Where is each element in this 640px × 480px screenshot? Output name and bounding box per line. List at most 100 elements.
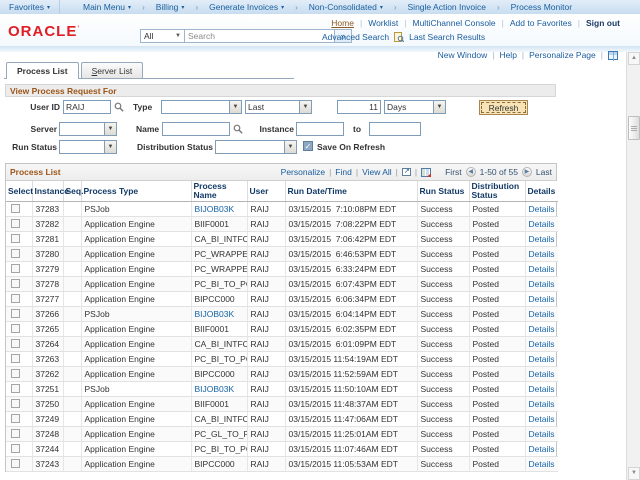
details-link[interactable]: Details — [529, 309, 555, 319]
tab-process-list[interactable]: Process List — [6, 62, 79, 78]
name-lookup-icon[interactable] — [233, 124, 243, 134]
user-id-input[interactable] — [63, 100, 111, 114]
row-select-checkbox[interactable] — [11, 204, 20, 213]
breadcrumb-item-main-menu[interactable]: Main Menu▾ — [74, 0, 140, 14]
details-link[interactable]: Details — [529, 414, 555, 424]
find-link[interactable]: Find — [335, 167, 352, 177]
breadcrumb-item-single-action-invoice[interactable]: Single Action Invoice — [399, 0, 495, 14]
next-page-icon[interactable]: ▶ — [522, 167, 532, 177]
save-on-refresh-checkbox[interactable]: ✓ — [303, 141, 313, 151]
process-name-link[interactable]: BIJOB03K — [195, 384, 235, 394]
instance-to-input[interactable] — [369, 122, 421, 136]
header-link-multichannel-console[interactable]: MultiChannel Console — [413, 18, 496, 28]
row-select-checkbox[interactable] — [11, 429, 20, 438]
row-select-checkbox[interactable] — [11, 339, 20, 348]
details-link[interactable]: Details — [529, 354, 555, 364]
column-header-process-name: Process Name — [191, 181, 247, 202]
breadcrumb-item-favorites[interactable]: Favorites▾ — [0, 0, 60, 14]
row-select-checkbox[interactable] — [11, 459, 20, 468]
days-count-input[interactable] — [337, 100, 381, 114]
row-select-checkbox[interactable] — [11, 414, 20, 423]
download-to-excel-icon[interactable] — [421, 168, 431, 177]
row-select-checkbox[interactable] — [11, 279, 20, 288]
tab-server-list[interactable]: Server List — [81, 62, 144, 78]
cell-seq — [63, 337, 81, 352]
previous-page-icon[interactable]: ◀ — [466, 167, 476, 177]
advanced-search-link[interactable]: Advanced Search — [322, 32, 389, 42]
details-link[interactable]: Details — [529, 459, 555, 469]
row-select-checkbox[interactable] — [11, 264, 20, 273]
last-search-results-link[interactable]: Last Search Results — [409, 32, 485, 42]
new-window-link[interactable]: New Window — [438, 50, 488, 60]
details-link[interactable]: Details — [529, 444, 555, 454]
details-link[interactable]: Details — [529, 399, 555, 409]
pager-last[interactable]: Last — [536, 167, 552, 177]
details-link[interactable]: Details — [529, 339, 555, 349]
days-unit-select[interactable]: Days▼ — [384, 100, 446, 114]
user-id-lookup-icon[interactable] — [114, 102, 124, 112]
copy-url-icon[interactable] — [608, 51, 618, 60]
details-link[interactable]: Details — [529, 264, 555, 274]
header-link-add-to-favorites[interactable]: Add to Favorites — [510, 18, 572, 28]
details-link[interactable]: Details — [529, 384, 555, 394]
breadcrumb-item-non-consolidated[interactable]: Non-Consolidated▾ — [300, 0, 392, 14]
cell-run-status: Success — [417, 397, 469, 412]
to-label: to — [353, 124, 361, 134]
process-name-link[interactable]: BIJOB03K — [195, 204, 235, 214]
search-input[interactable] — [185, 29, 335, 43]
breadcrumb-item-process-monitor[interactable]: Process Monitor — [502, 0, 581, 14]
details-link[interactable]: Details — [529, 234, 555, 244]
row-select-checkbox[interactable] — [11, 384, 20, 393]
name-input[interactable] — [162, 122, 230, 136]
breadcrumb-item-billing[interactable]: Billing▾ — [147, 0, 194, 14]
divider: | — [502, 18, 504, 28]
server-select[interactable]: ▼ — [59, 122, 117, 136]
vertical-scrollbar[interactable]: ▲ ▼ — [626, 52, 640, 480]
row-select-checkbox[interactable] — [11, 309, 20, 318]
distribution-status-select[interactable]: ▼ — [215, 140, 297, 154]
refresh-button[interactable]: Refresh — [479, 100, 528, 115]
run-status-select[interactable]: ▼ — [59, 140, 117, 154]
scrollbar-thumb[interactable] — [628, 116, 640, 140]
cell-select — [6, 247, 32, 262]
pager-first[interactable]: First — [445, 167, 462, 177]
row-select-checkbox[interactable] — [11, 234, 20, 243]
details-link[interactable]: Details — [529, 324, 555, 334]
details-link[interactable]: Details — [529, 279, 555, 289]
cell-seq — [63, 202, 81, 217]
scroll-up-arrow-icon[interactable]: ▲ — [628, 52, 640, 65]
view-all-link[interactable]: View All — [362, 167, 392, 177]
row-select-checkbox[interactable] — [11, 399, 20, 408]
details-link[interactable]: Details — [529, 369, 555, 379]
personalize-link[interactable]: Personalize — [281, 167, 325, 177]
row-select-checkbox[interactable] — [11, 444, 20, 453]
details-link[interactable]: Details — [529, 249, 555, 259]
header-link-sign-out[interactable]: Sign out — [586, 18, 620, 28]
details-link[interactable]: Details — [529, 204, 555, 214]
details-link[interactable]: Details — [529, 219, 555, 229]
last-select[interactable]: Last▼ — [245, 100, 312, 114]
type-select[interactable]: ▼ — [161, 100, 242, 114]
row-select-checkbox[interactable] — [11, 354, 20, 363]
cell-process-name: BIIF0001 — [191, 397, 247, 412]
zoom-grid-icon[interactable] — [402, 168, 411, 176]
breadcrumb-item-generate-invoices[interactable]: Generate Invoices▾ — [200, 0, 293, 14]
process-name-link[interactable]: BIJOB03K — [195, 309, 235, 319]
help-link[interactable]: Help — [499, 50, 516, 60]
details-link[interactable]: Details — [529, 294, 555, 304]
header-link-worklist[interactable]: Worklist — [368, 18, 398, 28]
search-scope-select[interactable]: All ▼ — [140, 29, 185, 43]
header-link-home[interactable]: Home — [331, 18, 354, 28]
personalize-page-link[interactable]: Personalize Page — [529, 50, 596, 60]
cell-user: RAIJ — [247, 382, 285, 397]
divider: | — [396, 167, 398, 177]
row-select-checkbox[interactable] — [11, 249, 20, 258]
instance-from-input[interactable] — [296, 122, 344, 136]
details-link[interactable]: Details — [529, 429, 555, 439]
row-select-checkbox[interactable] — [11, 294, 20, 303]
row-select-checkbox[interactable] — [11, 219, 20, 228]
scroll-down-arrow-icon[interactable]: ▼ — [628, 467, 640, 480]
row-select-checkbox[interactable] — [11, 324, 20, 333]
cell-process-name: BIIF0001 — [191, 217, 247, 232]
row-select-checkbox[interactable] — [11, 369, 20, 378]
